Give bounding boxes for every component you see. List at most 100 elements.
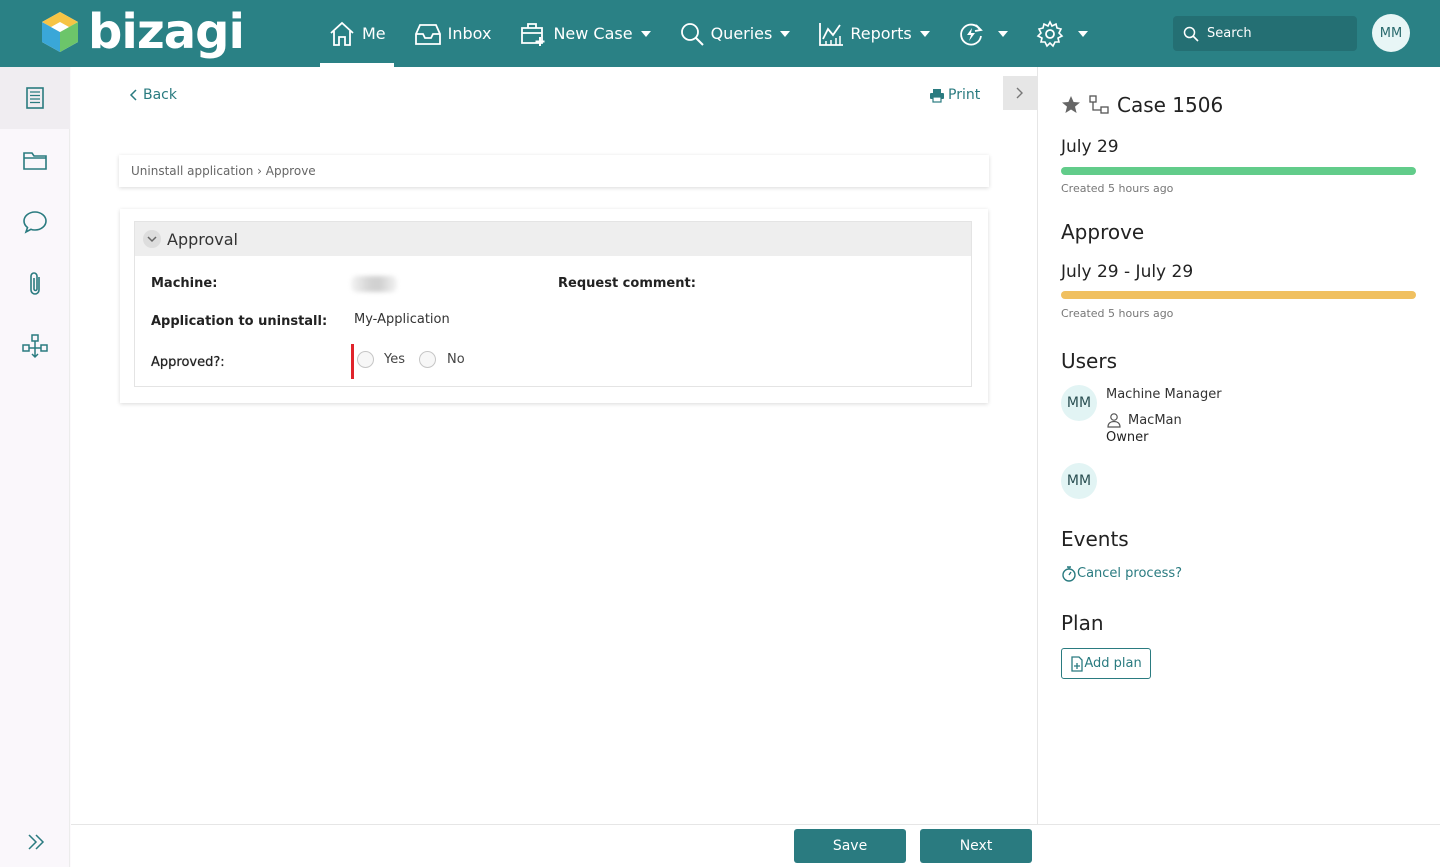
user-avatar[interactable]: MM	[1061, 385, 1097, 421]
chevron-right-icon	[1016, 87, 1023, 99]
user-login-text: MacMan	[1128, 412, 1182, 428]
approval-group-header[interactable]: Approval	[135, 222, 971, 256]
bottom-action-bar: Save Next	[71, 824, 1440, 867]
chevron-down-icon	[780, 30, 791, 37]
approval-group-title: Approval	[167, 229, 238, 249]
form-card: Approval Machine: Request comment: Appli…	[120, 209, 988, 403]
next-button[interactable]: Next	[920, 829, 1032, 863]
nav-activity[interactable]	[950, 0, 1016, 67]
user-name: Machine Manager	[1106, 387, 1222, 402]
add-document-icon	[1071, 655, 1083, 672]
approved-no-label[interactable]: No	[447, 352, 465, 367]
toggle-panel-button[interactable]	[1003, 76, 1037, 110]
workflow-icon	[22, 334, 48, 359]
search-icon	[680, 22, 704, 46]
task-dates: July 29 - July 29	[1061, 262, 1194, 282]
chevron-down-icon	[997, 30, 1008, 37]
process-map-icon[interactable]	[1089, 95, 1109, 115]
double-chevron-right-icon	[28, 834, 45, 850]
users-heading: Users	[1061, 349, 1118, 373]
machine-value	[351, 276, 397, 292]
search-icon	[1183, 26, 1199, 42]
approval-group: Approval Machine: Request comment: Appli…	[134, 221, 972, 387]
user-icon	[1107, 413, 1121, 428]
case-created: Created 5 hours ago	[1061, 182, 1174, 195]
add-plan-button[interactable]: Add plan	[1061, 648, 1151, 679]
approved-no-radio[interactable]	[419, 351, 436, 368]
save-button[interactable]: Save	[794, 829, 906, 863]
application-label: Application to uninstall:	[151, 314, 328, 329]
cancel-process-link[interactable]: Cancel process?	[1061, 565, 1182, 582]
left-rail	[0, 67, 70, 867]
rail-documents[interactable]	[0, 129, 70, 191]
approved-yes-radio[interactable]	[357, 351, 374, 368]
stopwatch-icon	[1062, 566, 1076, 582]
request-comment-label: Request comment:	[558, 276, 696, 291]
case-summary-panel: Case 1506 July 29 Created 5 hours ago Ap…	[1037, 67, 1440, 824]
rail-workflow[interactable]	[0, 315, 70, 377]
gear-icon	[1036, 19, 1064, 47]
printer-icon	[930, 88, 944, 103]
nav-queries[interactable]: Queries	[671, 0, 799, 67]
user-login: MacMan	[1106, 412, 1182, 428]
case-progress-bar	[1061, 167, 1416, 175]
main-nav: Me Inbox New Case Queries Reports	[320, 0, 1108, 67]
cancel-process-text: Cancel process?	[1077, 566, 1183, 581]
print-label: Print	[948, 87, 981, 103]
task-created: Created 5 hours ago	[1061, 307, 1174, 320]
application-value: My-Application	[354, 312, 450, 327]
nav-new-case-label: New Case	[553, 24, 633, 43]
back-link[interactable]: Back	[127, 87, 177, 103]
folder-icon	[23, 152, 47, 170]
refresh-bolt-icon	[959, 23, 983, 45]
bizagi-logo[interactable]: bizagi	[40, 4, 245, 60]
nav-new-case[interactable]: New Case	[511, 0, 658, 67]
top-bar: bizagi Me Inbox New Case Queries Reports	[0, 0, 1440, 67]
task-title: Approve	[1061, 220, 1145, 244]
nav-reports-label: Reports	[850, 24, 912, 43]
logo-text: bizagi	[88, 4, 245, 60]
case-title: Case 1506	[1117, 93, 1224, 117]
search-box[interactable]	[1173, 16, 1357, 51]
nav-me[interactable]: Me	[320, 0, 394, 67]
approved-label: Approved?:	[151, 355, 225, 370]
nav-me-label: Me	[362, 24, 386, 43]
new-case-icon	[521, 22, 545, 46]
chevron-down-icon	[143, 230, 161, 248]
plan-heading: Plan	[1061, 611, 1104, 635]
chevron-down-icon	[1077, 30, 1088, 37]
comment-icon	[23, 211, 47, 234]
reports-icon	[819, 22, 844, 46]
star-icon[interactable]	[1061, 95, 1081, 115]
user-avatar[interactable]: MM	[1372, 14, 1410, 52]
rail-comments[interactable]	[0, 191, 70, 253]
inbox-icon	[414, 23, 441, 45]
case-date: July 29	[1061, 137, 1119, 157]
breadcrumb: Uninstall application › Approve	[119, 155, 989, 187]
print-button[interactable]: Print	[929, 87, 980, 103]
search-input[interactable]	[1207, 26, 1347, 41]
chevron-down-icon	[919, 30, 930, 37]
chevron-left-icon	[129, 89, 137, 101]
events-heading: Events	[1061, 527, 1129, 551]
machine-label: Machine:	[151, 276, 218, 291]
case-header: Case 1506	[1061, 93, 1223, 117]
approved-yes-label[interactable]: Yes	[384, 352, 405, 367]
form-list-icon	[26, 87, 44, 109]
rail-attachments[interactable]	[0, 253, 70, 315]
nav-inbox[interactable]: Inbox	[406, 0, 500, 67]
task-progress-bar	[1061, 291, 1416, 299]
nav-inbox-label: Inbox	[447, 24, 492, 43]
bizagi-cube-icon	[42, 12, 78, 52]
chevron-down-icon	[640, 30, 651, 37]
rail-forms[interactable]	[0, 67, 70, 129]
home-icon	[330, 21, 354, 46]
add-plan-label: Add plan	[1084, 656, 1142, 671]
nav-settings[interactable]	[1028, 0, 1096, 67]
back-label: Back	[143, 87, 177, 103]
nav-queries-label: Queries	[710, 24, 773, 43]
required-indicator	[351, 344, 354, 379]
nav-reports[interactable]: Reports	[810, 0, 937, 67]
user-avatar-2[interactable]: MM	[1061, 463, 1097, 499]
expand-rail-button[interactable]	[26, 833, 46, 855]
